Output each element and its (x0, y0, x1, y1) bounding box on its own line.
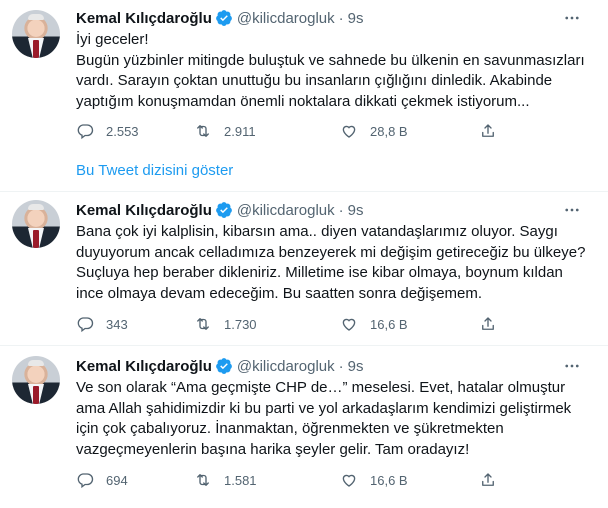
share-icon (482, 124, 494, 137)
tweet-actions: 343 1.730 16,6 B (76, 313, 506, 335)
tweet-line: Bana çok iyi kalplisin, kibarsın ama.. d… (76, 223, 558, 240)
avatar-hair (28, 14, 44, 20)
tweet-text: İyi geceler! Bugün yüzbinler mitingde bu… (76, 30, 586, 112)
separator-dot: · (338, 9, 344, 27)
tweet-text: Bana çok iyi kalplisin, kibarsın ama.. d… (76, 222, 586, 304)
retweet-count: 1.581 (224, 472, 257, 488)
tweet-line: Ve son olarak “Ama geçmişte CHP de…” mes… (76, 379, 566, 396)
separator-dot: · (338, 201, 344, 219)
reply-button[interactable]: 2.553 (76, 120, 139, 142)
reply-count: 343 (106, 316, 128, 332)
reply-button[interactable]: 694 (76, 469, 128, 491)
avatar-tie (33, 386, 39, 404)
retweet-icon (197, 318, 209, 330)
reply-bubble-icon (77, 473, 94, 489)
heart-icon (342, 318, 356, 331)
like-button[interactable]: 16,6 B (340, 313, 408, 335)
like-button[interactable]: 28,8 B (340, 120, 408, 142)
tweet-actions: 694 1.581 16,6 B (76, 469, 506, 491)
retweet-button[interactable]: 2.911 (194, 120, 256, 142)
avatar[interactable] (12, 356, 60, 404)
like-button[interactable]: 16,6 B (340, 469, 408, 491)
heart-icon (342, 474, 356, 487)
like-count: 16,6 B (370, 472, 408, 488)
author-name[interactable]: Kemal Kılıçdaroğlu (76, 202, 212, 219)
verified-badge-icon (215, 358, 232, 374)
avatar-tie (33, 40, 39, 58)
divider (0, 191, 608, 192)
tweet-line: yaptığım konuşmamdan önemli noktalara di… (76, 92, 530, 110)
share-button[interactable] (479, 313, 501, 335)
tweet-actions: 2.553 2.911 28,8 B (76, 120, 506, 142)
tweet-line: vazgeçmeyenlerin başına harika şeyler ge… (76, 440, 470, 458)
more-horizontal-icon[interactable] (562, 356, 582, 376)
retweet-button[interactable]: 1.581 (194, 469, 257, 491)
reply-count: 2.553 (106, 123, 139, 139)
show-thread-link[interactable]: Bu Tweet dizisini göster (76, 162, 233, 179)
retweet-count: 1.730 (224, 316, 257, 332)
tweet-line: ama Allah şahidimizdir ki bu parti ve yo… (76, 399, 572, 417)
reply-bubble-icon (77, 124, 94, 140)
reply-button[interactable]: 343 (76, 313, 128, 335)
share-icon (482, 473, 494, 486)
more-horizontal-icon[interactable] (562, 8, 582, 28)
tweet-line: için çok çabalıyoruz. İnanmaktan, öğrenm… (76, 420, 504, 437)
author-handle[interactable]: @kilicdarogluk (237, 358, 335, 375)
avatar[interactable] (12, 10, 60, 58)
timestamp[interactable]: 9s (348, 10, 364, 27)
avatar-tie (33, 230, 39, 248)
tweet-line: İyi geceler! (76, 31, 149, 48)
timestamp[interactable]: 9s (348, 358, 364, 375)
reply-count: 694 (106, 472, 128, 488)
retweet-count: 2.911 (224, 123, 256, 139)
verified-badge-icon (215, 10, 232, 26)
share-button[interactable] (479, 120, 501, 142)
reply-bubble-icon (77, 317, 94, 333)
tweet-header: Kemal Kılıçdaroğlu @kilicdarogluk · 9s (76, 356, 363, 376)
like-count: 28,8 B (370, 123, 408, 139)
divider (0, 345, 608, 346)
like-count: 16,6 B (370, 316, 408, 332)
retweet-button[interactable]: 1.730 (194, 313, 257, 335)
avatar-hair (28, 360, 44, 366)
author-handle[interactable]: @kilicdarogluk (237, 202, 335, 219)
share-icon (482, 317, 494, 330)
tweet-line: ince olmaya devam edeceğim. Bu saatten s… (76, 284, 483, 302)
retweet-icon (197, 125, 209, 137)
tweet-line: Suçluya hep beraber dikleniriz. Milletim… (76, 264, 563, 281)
share-button[interactable] (479, 469, 501, 491)
tweet-line: duyuyorum ancak celladımıza benzeyerek m… (76, 243, 586, 261)
retweet-icon (197, 474, 209, 486)
avatar-hair (28, 204, 44, 210)
more-horizontal-icon[interactable] (562, 200, 582, 220)
verified-badge-icon (215, 202, 232, 218)
author-name[interactable]: Kemal Kılıçdaroğlu (76, 10, 212, 27)
tweet-header: Kemal Kılıçdaroğlu @kilicdarogluk · 9s (76, 200, 363, 220)
tweet-text: Ve son olarak “Ama geçmişte CHP de…” mes… (76, 378, 586, 460)
tweet-header: Kemal Kılıçdaroğlu @kilicdarogluk · 9s (76, 8, 363, 28)
author-name[interactable]: Kemal Kılıçdaroğlu (76, 358, 212, 375)
avatar[interactable] (12, 200, 60, 248)
tweet-line: vardı. Sarayın çoktan unuttuğu bu insanl… (76, 72, 553, 89)
timestamp[interactable]: 9s (348, 202, 364, 219)
author-handle[interactable]: @kilicdarogluk (237, 10, 335, 27)
heart-icon (342, 125, 356, 138)
tweet-line: Bugün yüzbinler mitingde buluştuk ve sah… (76, 51, 585, 69)
separator-dot: · (338, 357, 344, 375)
